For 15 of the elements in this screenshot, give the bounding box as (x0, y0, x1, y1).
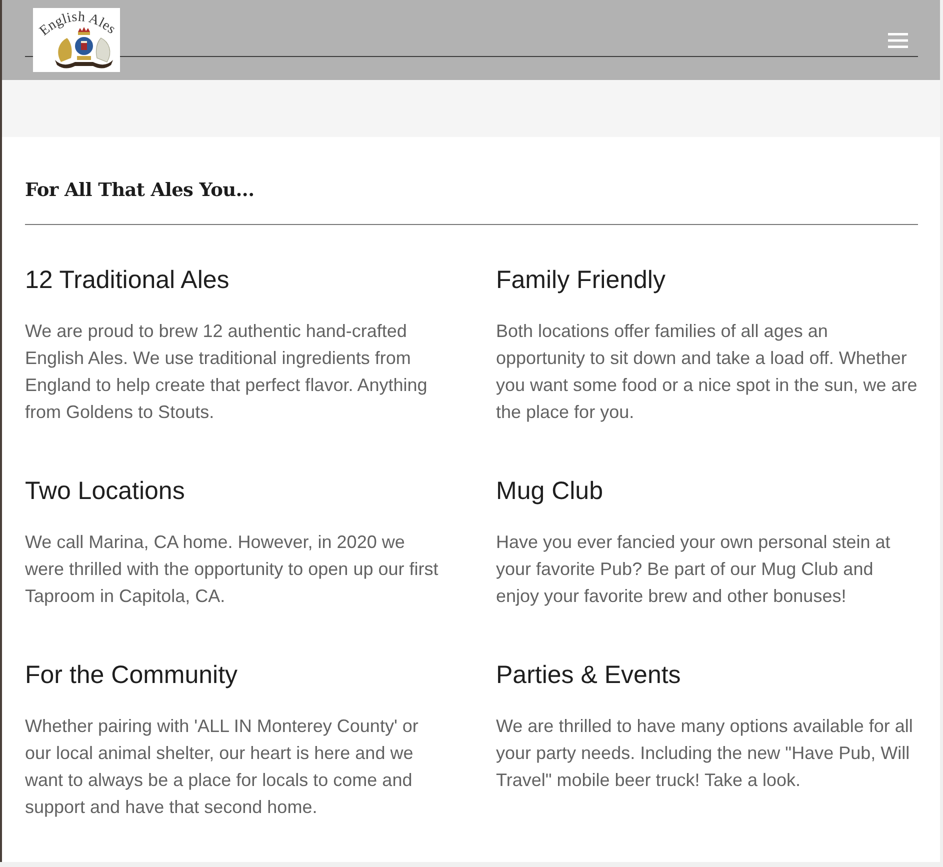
feature-heading: Parties & Events (496, 660, 682, 690)
feature-text: We call Marina, CA home. However, in 2020 we were thrilled with the opportunity to open up our first Taproom in Capitola, CA. (25, 531, 440, 608)
section-title: For All That Ales You... (25, 179, 256, 203)
feature-text: Have you ever fancied your own personal stein at your favorite Pub? Be part of our Mug Club and enjoy your favorite brew and other bonuses! (496, 531, 892, 608)
feature-heading: Family Friendly (496, 265, 666, 295)
feature-text: Whether pairing with 'ALL IN Monterey County' or our local animal shelter, our heart is here and we want to always be a place for locals to come and support and have that second home. (25, 715, 420, 819)
feature-text: We are thrilled to have many options available for all your party needs. Including the new "Have Pub, Will Travel" mobile beer truck! Take a look. (496, 715, 914, 792)
feature-text: Both locations offer families of all ages an opportunity to sit down and take a load off. Whether you want some food or a nice spot in the sun, we are the place for you. (496, 320, 918, 424)
menu-button[interactable] (886, 30, 910, 51)
menu-icon (888, 33, 908, 48)
feature-heading: Two Locations (25, 476, 186, 506)
feature-heading: Mug Club (496, 476, 604, 506)
feature-heading: For the Community (25, 660, 239, 690)
feature-text: We are proud to brew 12 authentic hand-crafted English Ales. We use traditional ingredients from England to help create that perfect flavor. Anything from Goldens to Stouts. (25, 320, 428, 424)
feature-heading: 12 Traditional Ales (25, 265, 230, 295)
